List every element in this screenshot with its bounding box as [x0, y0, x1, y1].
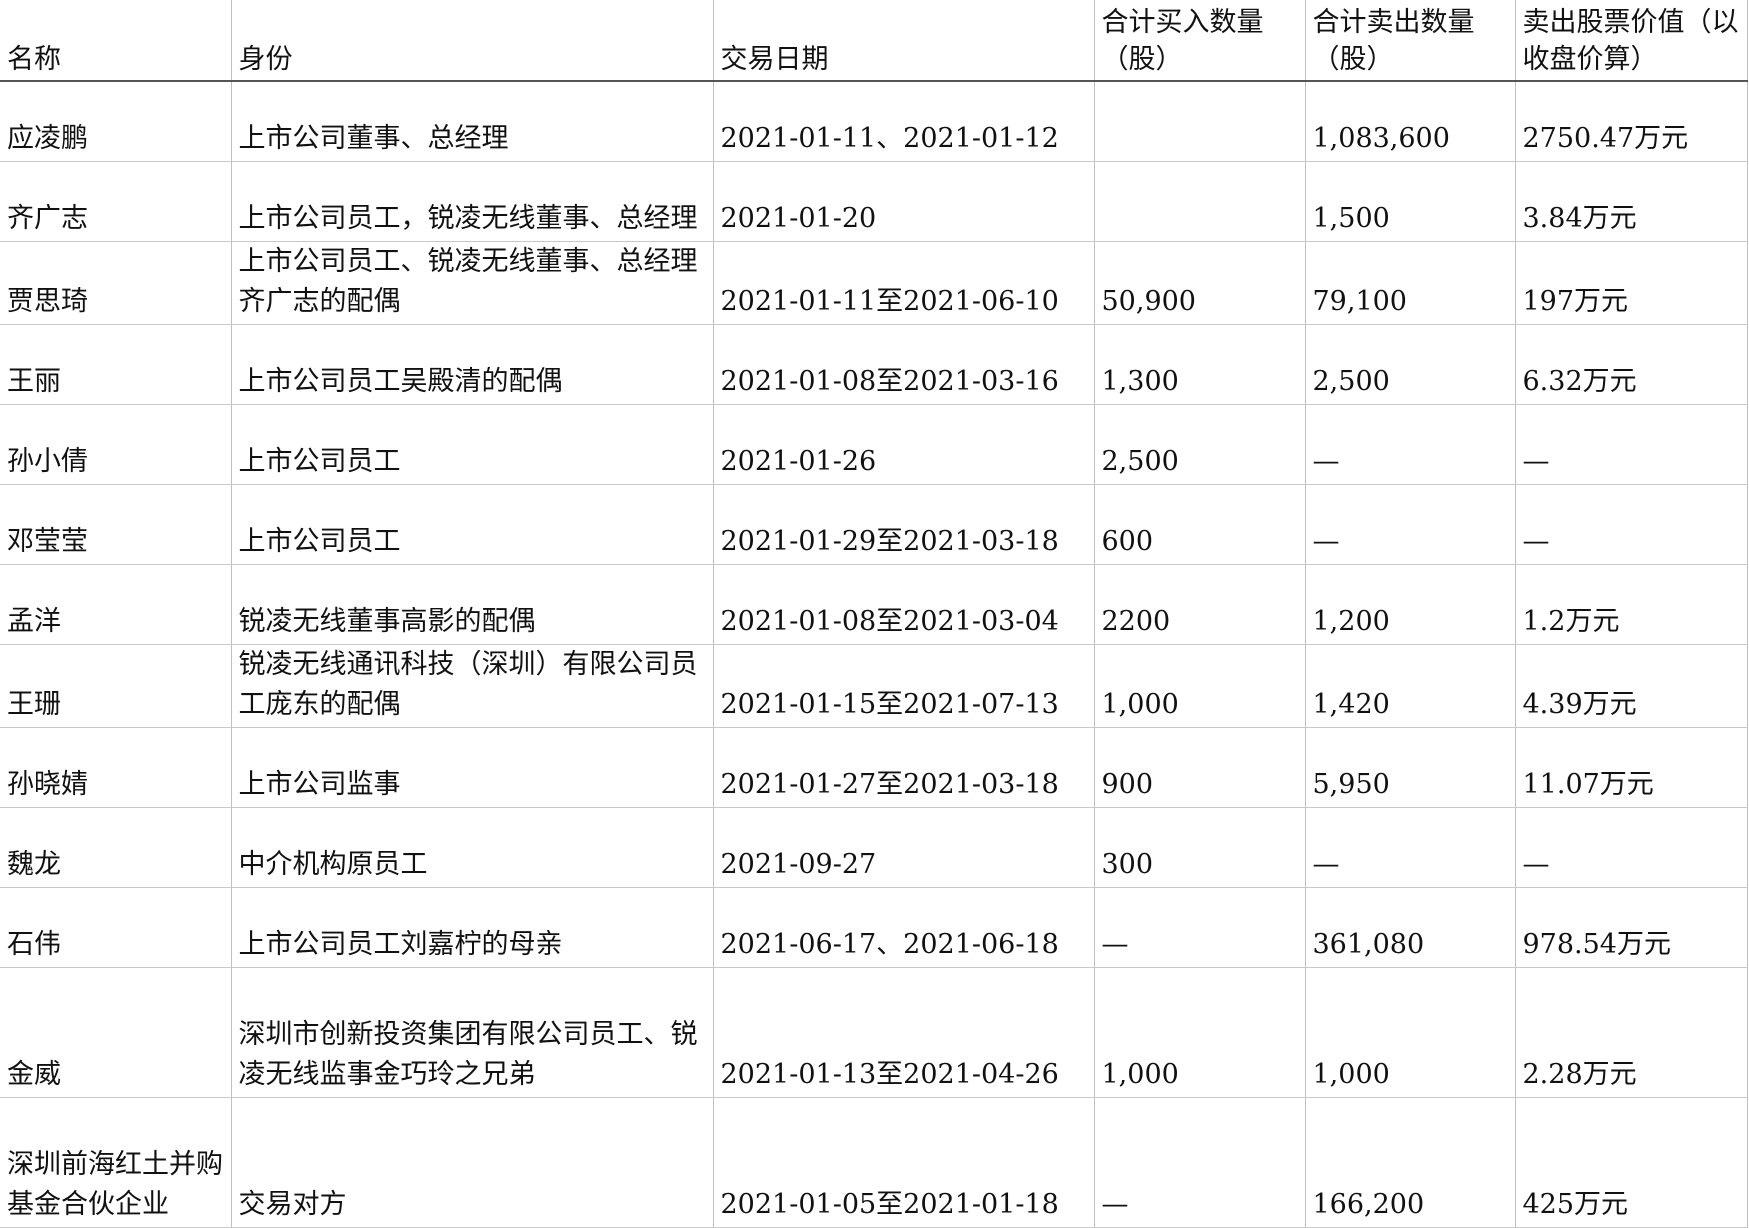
table-row: 金威 深圳市创新投资集团有限公司员工、锐凌无线监事金巧玲之兄弟 2021-01-… — [0, 967, 1748, 1098]
cell-total-sold: 1,420 — [1305, 644, 1516, 728]
cell-trade-date: 2021-01-08至2021-03-16 — [713, 324, 1095, 405]
cell-identity: 上市公司员工、锐凌无线董事、总经理齐广志的配偶 — [231, 241, 714, 325]
cell-sold-value: 6.32万元 — [1515, 324, 1748, 405]
table-row: 齐广志 上市公司员工，锐凌无线董事、总经理 2021-01-20 1,500 3… — [0, 161, 1748, 242]
header-trade-date: 交易日期 — [713, 0, 1095, 82]
header-row: 名称 身份 交易日期 合计买入数量（股） 合计卖出数量（股） 卖出股票价值（以收… — [0, 0, 1748, 82]
cell-total-bought: 900 — [1094, 727, 1306, 808]
cell-total-sold: 1,200 — [1305, 564, 1516, 645]
cell-total-sold: 166,200 — [1305, 1097, 1516, 1228]
cell-name: 孟洋 — [0, 564, 232, 645]
cell-total-sold: 79,100 — [1305, 241, 1516, 325]
cell-total-sold: — — [1305, 404, 1516, 485]
header-sold-value: 卖出股票价值（以收盘价算） — [1515, 0, 1748, 82]
table-row: 孟洋 锐凌无线董事高影的配偶 2021-01-08至2021-03-04 220… — [0, 564, 1748, 645]
cell-identity: 锐凌无线董事高影的配偶 — [231, 564, 714, 645]
cell-name: 金威 — [0, 967, 232, 1098]
cell-total-bought: — — [1094, 887, 1306, 968]
cell-total-sold: 1,000 — [1305, 967, 1516, 1098]
header-total-bought: 合计买入数量（股） — [1094, 0, 1306, 82]
table-row: 石伟 上市公司员工刘嘉柠的母亲 2021-06-17、2021-06-18 — … — [0, 887, 1748, 968]
cell-sold-value: 425万元 — [1515, 1097, 1748, 1228]
insider-trading-table: 名称 身份 交易日期 合计买入数量（股） 合计卖出数量（股） 卖出股票价值（以收… — [0, 0, 1748, 1228]
table-row: 王珊 锐凌无线通讯科技（深圳）有限公司员工庞东的配偶 2021-01-15至20… — [0, 644, 1748, 728]
cell-name: 石伟 — [0, 887, 232, 968]
cell-identity: 上市公司员工 — [231, 404, 714, 485]
cell-sold-value: — — [1515, 404, 1748, 485]
cell-identity: 上市公司员工刘嘉柠的母亲 — [231, 887, 714, 968]
table-row: 贾思琦 上市公司员工、锐凌无线董事、总经理齐广志的配偶 2021-01-11至2… — [0, 241, 1748, 325]
table-row: 魏龙 中介机构原员工 2021-09-27 300 — — — [0, 807, 1748, 888]
cell-identity: 上市公司员工吴殿清的配偶 — [231, 324, 714, 405]
cell-total-sold: 5,950 — [1305, 727, 1516, 808]
header-total-sold: 合计卖出数量（股） — [1305, 0, 1516, 82]
cell-trade-date: 2021-09-27 — [713, 807, 1095, 888]
cell-trade-date: 2021-01-26 — [713, 404, 1095, 485]
cell-sold-value: — — [1515, 807, 1748, 888]
cell-trade-date: 2021-01-05至2021-01-18 — [713, 1097, 1095, 1228]
table-row: 孙小倩 上市公司员工 2021-01-26 2,500 — — — [0, 404, 1748, 485]
cell-identity: 锐凌无线通讯科技（深圳）有限公司员工庞东的配偶 — [231, 644, 714, 728]
cell-trade-date: 2021-01-08至2021-03-04 — [713, 564, 1095, 645]
cell-total-bought: 1,300 — [1094, 324, 1306, 405]
cell-total-sold: 1,083,600 — [1305, 81, 1516, 162]
cell-total-bought: 600 — [1094, 484, 1306, 565]
cell-total-bought — [1094, 161, 1306, 242]
cell-total-bought: 300 — [1094, 807, 1306, 888]
header-name: 名称 — [0, 0, 232, 82]
table-row: 邓莹莹 上市公司员工 2021-01-29至2021-03-18 600 — — — [0, 484, 1748, 565]
cell-identity: 深圳市创新投资集团有限公司员工、锐凌无线监事金巧玲之兄弟 — [231, 967, 714, 1098]
cell-total-bought: — — [1094, 1097, 1306, 1228]
cell-total-bought: 1,000 — [1094, 967, 1306, 1098]
cell-identity: 上市公司董事、总经理 — [231, 81, 714, 162]
cell-identity: 中介机构原员工 — [231, 807, 714, 888]
cell-name: 应凌鹏 — [0, 81, 232, 162]
cell-trade-date: 2021-01-29至2021-03-18 — [713, 484, 1095, 565]
cell-sold-value: 2.28万元 — [1515, 967, 1748, 1098]
cell-total-sold: — — [1305, 484, 1516, 565]
table-row: 王丽 上市公司员工吴殿清的配偶 2021-01-08至2021-03-16 1,… — [0, 324, 1748, 405]
cell-trade-date: 2021-01-27至2021-03-18 — [713, 727, 1095, 808]
cell-trade-date: 2021-01-13至2021-04-26 — [713, 967, 1095, 1098]
cell-total-sold: — — [1305, 807, 1516, 888]
cell-trade-date: 2021-01-15至2021-07-13 — [713, 644, 1095, 728]
header-identity: 身份 — [231, 0, 714, 82]
cell-trade-date: 2021-01-11、2021-01-12 — [713, 81, 1095, 162]
cell-sold-value: 978.54万元 — [1515, 887, 1748, 968]
cell-name: 王珊 — [0, 644, 232, 728]
cell-name: 王丽 — [0, 324, 232, 405]
cell-identity: 交易对方 — [231, 1097, 714, 1228]
cell-total-sold: 1,500 — [1305, 161, 1516, 242]
cell-name: 齐广志 — [0, 161, 232, 242]
cell-name: 孙晓婧 — [0, 727, 232, 808]
cell-identity: 上市公司监事 — [231, 727, 714, 808]
cell-total-bought: 2,500 — [1094, 404, 1306, 485]
cell-total-sold: 361,080 — [1305, 887, 1516, 968]
cell-sold-value: 4.39万元 — [1515, 644, 1748, 728]
cell-total-bought: 2200 — [1094, 564, 1306, 645]
cell-name: 孙小倩 — [0, 404, 232, 485]
cell-total-bought: 1,000 — [1094, 644, 1306, 728]
table-row: 孙晓婧 上市公司监事 2021-01-27至2021-03-18 900 5,9… — [0, 727, 1748, 808]
cell-identity: 上市公司员工 — [231, 484, 714, 565]
cell-sold-value: 197万元 — [1515, 241, 1748, 325]
cell-sold-value: 3.84万元 — [1515, 161, 1748, 242]
cell-sold-value: 2750.47万元 — [1515, 81, 1748, 162]
table-row: 应凌鹏 上市公司董事、总经理 2021-01-11、2021-01-12 1,0… — [0, 81, 1748, 162]
table-row: 深圳前海红土并购基金合伙企业 交易对方 2021-01-05至2021-01-1… — [0, 1097, 1748, 1228]
cell-name: 贾思琦 — [0, 241, 232, 325]
cell-name: 魏龙 — [0, 807, 232, 888]
cell-trade-date: 2021-01-20 — [713, 161, 1095, 242]
cell-sold-value: — — [1515, 484, 1748, 565]
cell-sold-value: 1.2万元 — [1515, 564, 1748, 645]
cell-total-sold: 2,500 — [1305, 324, 1516, 405]
cell-total-bought: 50,900 — [1094, 241, 1306, 325]
cell-trade-date: 2021-06-17、2021-06-18 — [713, 887, 1095, 968]
cell-name: 邓莹莹 — [0, 484, 232, 565]
cell-trade-date: 2021-01-11至2021-06-10 — [713, 241, 1095, 325]
cell-identity: 上市公司员工，锐凌无线董事、总经理 — [231, 161, 714, 242]
cell-name: 深圳前海红土并购基金合伙企业 — [0, 1097, 232, 1228]
cell-total-bought — [1094, 81, 1306, 162]
cell-sold-value: 11.07万元 — [1515, 727, 1748, 808]
